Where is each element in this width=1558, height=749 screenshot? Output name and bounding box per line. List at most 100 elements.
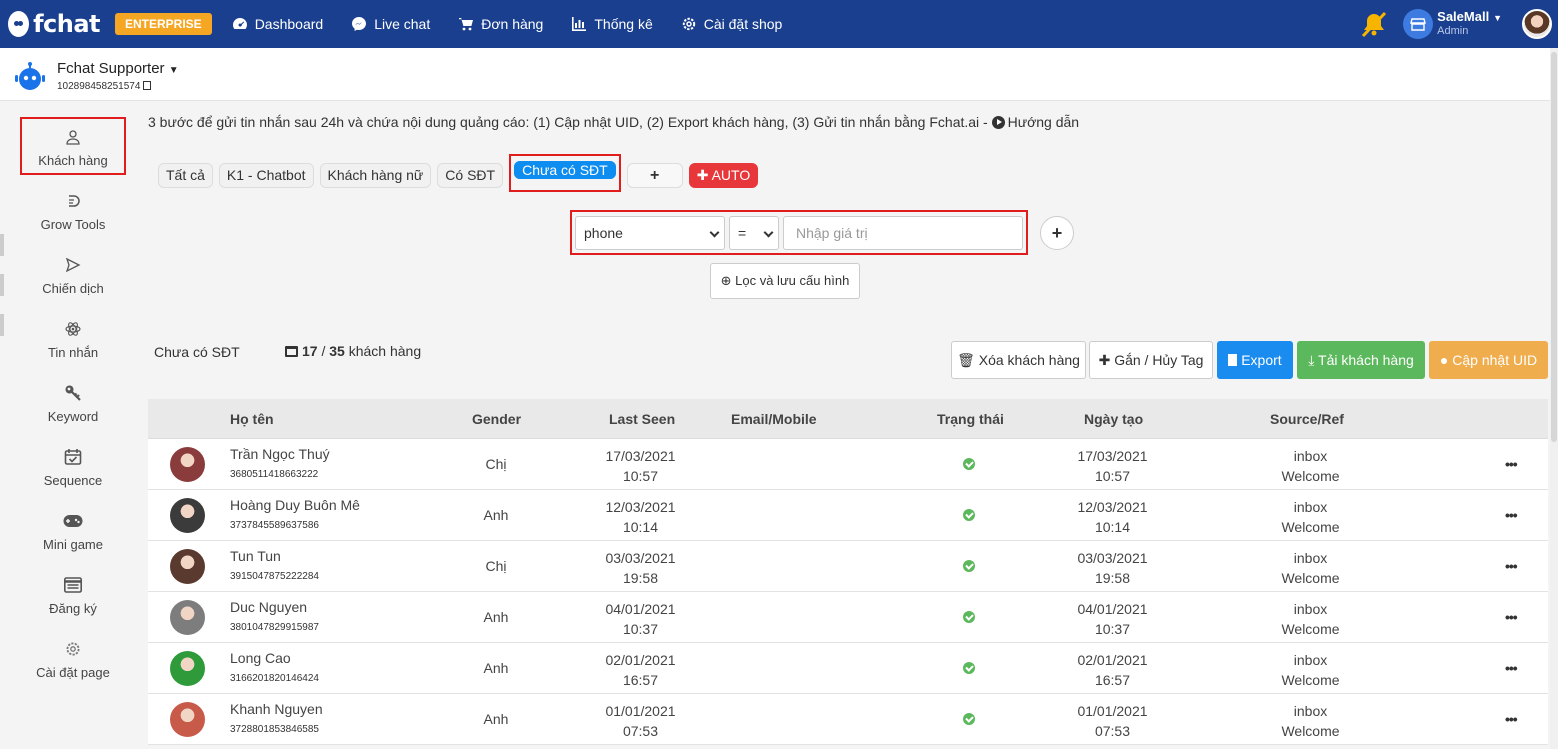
sidebar-item-label: Tin nhắn xyxy=(47,345,99,360)
table-row[interactable]: Tun Tun 3915047875222284 Chị 03/03/2021 19:5… xyxy=(148,541,1548,592)
segment-tab-no-phone[interactable]: Chưa có SĐT xyxy=(514,161,616,179)
created-date-time: 07:53 xyxy=(1094,723,1131,739)
customer-avatar[interactable] xyxy=(170,549,205,584)
customer-avatar[interactable] xyxy=(170,600,205,635)
more-actions-icon[interactable]: ••• xyxy=(1505,558,1518,574)
created-date: 17/03/2021 10:57 xyxy=(1060,446,1165,486)
sidebar-item-grow-tools[interactable]: Grow Tools xyxy=(20,183,126,241)
nav-shop-settings-label: Cài đặt shop xyxy=(703,16,783,32)
sidebar-item-label: Grow Tools xyxy=(40,217,106,232)
segment-tab-all[interactable]: Tất cả xyxy=(158,163,213,188)
customer-avatar[interactable] xyxy=(170,498,205,533)
tag-untag-button[interactable]: ✚ Gắn / Hủy Tag xyxy=(1089,341,1213,379)
created-date-time: 19:58 xyxy=(1094,570,1131,586)
table-row[interactable]: Duc Nguyen 3801047829915987 Anh 04/01/2021 1… xyxy=(148,592,1548,643)
sidebar-item-campaign[interactable]: Chiến dịch xyxy=(20,247,126,305)
sidebar-item-label: Khách hàng xyxy=(38,153,108,168)
header-email-mobile[interactable]: Email/Mobile xyxy=(731,411,817,427)
header-created-date[interactable]: Ngày tạo xyxy=(1084,411,1143,427)
nav-live-chat[interactable]: Live chat xyxy=(351,16,430,32)
page-scrollbar[interactable] xyxy=(1550,48,1558,749)
filter-value-input[interactable]: Nhập giá trị xyxy=(783,216,1023,250)
sidebar-item-register[interactable]: Đăng ký xyxy=(20,567,126,625)
created-date-time: 16:57 xyxy=(1094,672,1131,688)
source: inbox xyxy=(1293,550,1328,566)
segment-tab-female[interactable]: Khách hàng nữ xyxy=(319,163,432,188)
copy-icon[interactable] xyxy=(143,81,152,90)
more-actions-icon[interactable]: ••• xyxy=(1505,660,1518,676)
customer-avatar[interactable] xyxy=(170,447,205,482)
window-icon xyxy=(285,346,298,357)
table-row[interactable]: Khanh Nguyen 3728801853846585 Anh 01/01/202… xyxy=(148,694,1548,745)
created-date: 12/03/2021 10:14 xyxy=(1060,497,1165,537)
user-menu[interactable]: SaleMall ▼ Admin xyxy=(1437,10,1502,38)
status-active-icon xyxy=(963,458,975,470)
status-active-icon xyxy=(963,611,975,623)
export-button[interactable]: Export xyxy=(1217,341,1293,379)
nav-orders[interactable]: Đơn hàng xyxy=(458,16,543,32)
more-actions-icon[interactable]: ••• xyxy=(1505,711,1518,727)
customer-name[interactable]: Trần Ngọc Thuý xyxy=(230,446,330,462)
customer-name[interactable]: Hoàng Duy Buôn Mê xyxy=(230,497,360,513)
filter-operator-select[interactable]: = xyxy=(729,216,779,250)
update-uid-label: Cập nhật UID xyxy=(1452,352,1538,368)
sidebar-item-keyword[interactable]: Keyword xyxy=(20,375,126,433)
customer-name[interactable]: Long Cao xyxy=(230,650,291,666)
fchat-logo[interactable]: fchat xyxy=(8,10,100,38)
page-selector[interactable]: Fchat Supporter ▼ xyxy=(57,60,179,77)
customer-avatar[interactable] xyxy=(170,702,205,737)
guide-link[interactable]: Hướng dẫn xyxy=(991,114,1079,130)
notification-muted-icon[interactable] xyxy=(1359,9,1389,39)
more-actions-icon[interactable]: ••• xyxy=(1505,507,1518,523)
last-seen: 02/01/2021 16:57 xyxy=(588,650,693,690)
created-date: 04/01/2021 10:37 xyxy=(1060,599,1165,639)
download-customers-button[interactable]: ⤓ Tải khách hàng xyxy=(1297,341,1425,379)
nav-statistics[interactable]: Thống kê xyxy=(571,16,653,32)
table-row[interactable]: Trần Ngọc Thuý 3680511418663222 Chị 17/03/2… xyxy=(148,439,1548,490)
sidebar-item-customers[interactable]: Khách hàng xyxy=(20,117,126,175)
header-source-ref[interactable]: Source/Ref xyxy=(1270,411,1344,427)
filter-save-button[interactable]: ⊕ Lọc và lưu cấu hình xyxy=(710,263,860,299)
sidebar-item-label: Chiến dịch xyxy=(42,281,104,296)
bot-avatar-icon xyxy=(14,62,46,92)
auto-segment-button[interactable]: ✚ AUTO xyxy=(688,163,759,188)
last-seen-date: 03/03/2021 xyxy=(605,550,676,566)
header-status[interactable]: Trạng thái xyxy=(937,411,1004,427)
update-uid-button[interactable]: ● Cập nhật UID xyxy=(1429,341,1548,379)
avatar[interactable] xyxy=(1522,9,1552,39)
ref: Welcome xyxy=(1281,672,1340,688)
nav-dashboard[interactable]: Dashboard xyxy=(232,16,323,32)
sidebar-item-mini-game[interactable]: Mini game xyxy=(20,503,126,561)
plus-icon: ✚ xyxy=(1098,352,1111,368)
customer-name[interactable]: Duc Nguyen xyxy=(230,599,307,615)
created-date-day: 01/01/2021 xyxy=(1077,703,1148,719)
customer-name[interactable]: Tun Tun xyxy=(230,548,281,564)
export-label: Export xyxy=(1241,352,1282,368)
edge-marker xyxy=(0,314,4,336)
sidebar-item-page-settings[interactable]: Cài đặt page xyxy=(20,631,126,689)
table-row[interactable]: Hoàng Duy Buôn Mê 3737845589637586 Anh 12/0… xyxy=(148,490,1548,541)
shop-icon[interactable] xyxy=(1403,9,1434,39)
scrollbar-thumb[interactable] xyxy=(1551,52,1557,442)
header-gender[interactable]: Gender xyxy=(472,411,521,427)
edge-marker xyxy=(0,274,4,296)
add-segment-button[interactable]: + xyxy=(626,163,683,188)
customer-avatar[interactable] xyxy=(170,651,205,686)
header-name[interactable]: Họ tên xyxy=(230,411,274,427)
nav-shop-settings[interactable]: Cài đặt shop xyxy=(681,16,783,32)
add-condition-button[interactable]: + xyxy=(1040,216,1074,250)
delete-customers-button[interactable]: 🗑 Xóa khách hàng xyxy=(951,341,1086,379)
segment-tab-k1-chatbot[interactable]: K1 - Chatbot xyxy=(218,163,314,188)
more-actions-icon[interactable]: ••• xyxy=(1505,609,1518,625)
more-actions-icon[interactable]: ••• xyxy=(1505,456,1518,472)
source-ref: inbox Welcome xyxy=(1258,599,1363,639)
table-row[interactable]: Long Cao 3166201820146424 Anh 02/01/2021 16:… xyxy=(148,643,1548,694)
sidebar-item-sequence[interactable]: Sequence xyxy=(20,439,126,497)
sidebar-item-messages[interactable]: Tin nhắn xyxy=(20,311,126,369)
header-last-seen[interactable]: Last Seen xyxy=(609,411,675,427)
customer-name[interactable]: Khanh Nguyen xyxy=(230,701,323,717)
hint-text: 3 bước để gửi tin nhắn sau 24h và chứa n… xyxy=(148,114,1079,130)
filter-field-select[interactable]: phone xyxy=(575,216,725,250)
key-icon xyxy=(63,383,83,403)
segment-tab-has-phone[interactable]: Có SĐT xyxy=(437,163,504,188)
